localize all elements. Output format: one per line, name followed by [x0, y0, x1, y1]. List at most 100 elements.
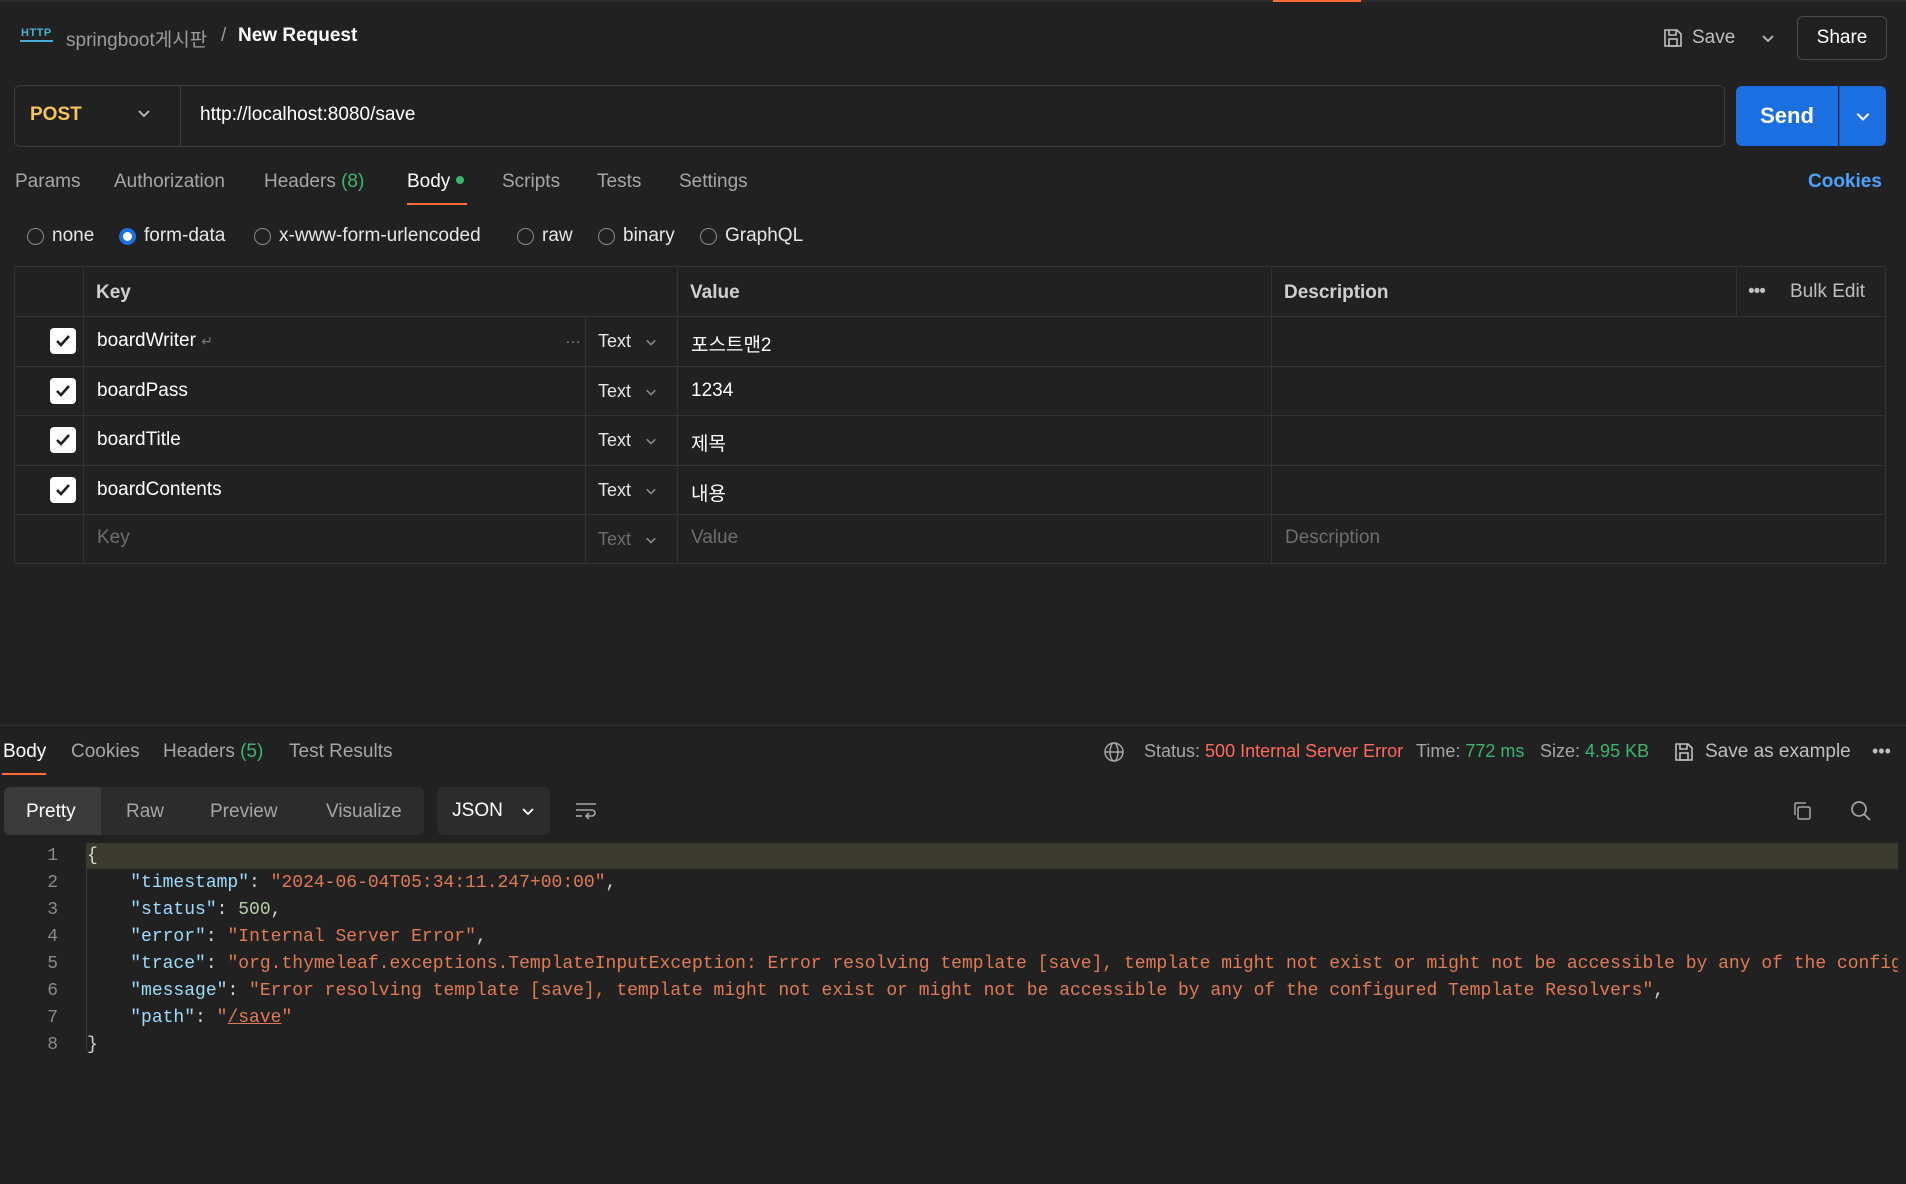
row-checkbox[interactable]: [50, 378, 76, 404]
more-options-icon[interactable]: •••: [1748, 281, 1766, 303]
tab-scripts[interactable]: Scripts: [502, 171, 560, 193]
view-pretty-button[interactable]: Pretty: [26, 801, 76, 823]
row-type-select[interactable]: Text: [598, 430, 657, 451]
path-link[interactable]: /save: [227, 1008, 281, 1028]
wrap-lines-icon[interactable]: [574, 800, 598, 827]
table-row-key[interactable]: boardWriter ↵: [97, 330, 213, 352]
row-more-icon[interactable]: …: [565, 330, 581, 348]
row-checkbox[interactable]: [50, 328, 76, 354]
response-more-icon[interactable]: •••: [1872, 741, 1891, 762]
new-type-select[interactable]: Text: [598, 529, 657, 550]
table-row-key[interactable]: boardTitle: [97, 429, 181, 451]
radio-urlencoded-label: x-www-form-urlencoded: [279, 225, 481, 246]
tab-body[interactable]: Body: [407, 171, 465, 193]
column-header-value: Value: [690, 282, 740, 303]
tab-params[interactable]: Params: [15, 171, 80, 193]
size-value[interactable]: 4.95 KB: [1585, 741, 1649, 761]
format-select[interactable]: JSON: [437, 787, 550, 835]
method-chevron-down-icon[interactable]: [137, 104, 151, 125]
chevron-down-icon: [646, 389, 656, 396]
response-body-code[interactable]: { "timestamp": "2024-06-04T05:34:11.247+…: [0, 840, 1898, 1070]
send-options-chevron-icon[interactable]: [1839, 86, 1886, 146]
radio-circle-icon: [598, 227, 615, 245]
globe-icon[interactable]: [1103, 741, 1125, 768]
radio-none[interactable]: none: [27, 225, 94, 247]
code-line-close-brace: }: [87, 1035, 98, 1055]
new-description-input[interactable]: Description: [1285, 527, 1380, 549]
tab-settings[interactable]: Settings: [679, 171, 748, 193]
view-preview-button[interactable]: Preview: [210, 801, 278, 823]
column-header-key: Key: [96, 282, 131, 303]
save-as-example-label: Save as example: [1705, 741, 1851, 762]
radio-raw-label: raw: [542, 225, 573, 246]
row-type-label: Text: [598, 331, 632, 351]
response-tab-headers[interactable]: Headers (5): [163, 741, 263, 763]
view-raw-button[interactable]: Raw: [126, 801, 164, 823]
breadcrumb-collection[interactable]: springboot게시판: [66, 25, 207, 52]
radio-circle-icon: [27, 227, 44, 245]
response-divider[interactable]: [0, 725, 1906, 726]
tab-tests[interactable]: Tests: [597, 171, 641, 193]
chevron-down-icon: [646, 339, 656, 346]
chevron-down-icon: [522, 808, 534, 816]
code-line-path: "path": "/save": [130, 1008, 293, 1028]
row-type-label: Text: [598, 430, 632, 450]
table-row-value[interactable]: 내용: [691, 479, 726, 506]
row-type-select[interactable]: Text: [598, 480, 657, 501]
save-label: Save: [1692, 27, 1736, 48]
tab-headers-count: (8): [341, 171, 365, 192]
status-value[interactable]: 500 Internal Server Error: [1205, 741, 1403, 761]
save-button[interactable]: Save: [1662, 22, 1735, 54]
code-line-message: "message": "Error resolving template [sa…: [130, 981, 1665, 1001]
method-select[interactable]: POST: [30, 104, 82, 126]
checkmark-icon: [56, 484, 70, 496]
save-as-example-button[interactable]: Save as example: [1673, 741, 1851, 763]
table-row-key[interactable]: boardContents: [97, 479, 222, 501]
table-row-value[interactable]: 1234: [691, 380, 733, 402]
share-button[interactable]: Share: [1797, 16, 1887, 60]
status-label: Status:: [1144, 741, 1201, 761]
radio-urlencoded[interactable]: x-www-form-urlencoded: [254, 225, 481, 247]
row-checkbox[interactable]: [50, 477, 76, 503]
request-name[interactable]: New Request: [238, 25, 357, 47]
radio-binary[interactable]: binary: [598, 225, 675, 247]
size-label: Size:: [1540, 741, 1581, 761]
search-icon[interactable]: [1849, 799, 1873, 828]
tab-headers-label: Headers: [264, 171, 336, 192]
new-key-input[interactable]: Key: [97, 527, 130, 549]
tab-authorization[interactable]: Authorization: [114, 171, 225, 193]
row-type-label: Text: [598, 381, 632, 401]
table-row-value[interactable]: 포스트맨2: [691, 330, 772, 357]
cookies-link[interactable]: Cookies: [1808, 171, 1882, 193]
view-visualize-button[interactable]: Visualize: [326, 801, 402, 823]
code-line-trace: "trace": "org.thymeleaf.exceptions.Templ…: [130, 954, 1898, 974]
row-type-select[interactable]: Text: [598, 331, 657, 352]
radio-circle-icon: [700, 227, 717, 245]
radio-raw[interactable]: raw: [517, 225, 573, 247]
time-value[interactable]: 772 ms: [1465, 741, 1524, 761]
response-tab-cookies[interactable]: Cookies: [71, 741, 140, 763]
radio-graphql[interactable]: GraphQL: [700, 225, 803, 247]
save-options-chevron-icon[interactable]: [1756, 22, 1780, 54]
row-checkbox[interactable]: [50, 427, 76, 453]
checkmark-icon: [56, 434, 70, 446]
url-divider: [180, 86, 181, 146]
row-type-select[interactable]: Text: [598, 381, 657, 402]
response-tab-test-results[interactable]: Test Results: [289, 741, 392, 763]
send-button[interactable]: Send: [1736, 86, 1838, 146]
radio-form-data[interactable]: form-data: [119, 225, 225, 247]
radio-none-label: none: [52, 225, 95, 246]
tab-body-label: Body: [407, 171, 451, 192]
table-row-value[interactable]: 제목: [691, 429, 726, 456]
copy-icon[interactable]: [1791, 800, 1813, 827]
checkmark-icon: [56, 385, 70, 397]
tab-headers[interactable]: Headers (8): [264, 171, 364, 193]
bulk-edit-button[interactable]: Bulk Edit: [1790, 281, 1865, 303]
format-label: JSON: [452, 800, 503, 821]
chevron-down-icon: [646, 438, 656, 445]
table-row-key[interactable]: boardPass: [97, 380, 188, 402]
url-input[interactable]: http://localhost:8080/save: [200, 104, 415, 126]
code-line-open-brace: {: [87, 846, 98, 866]
new-value-input[interactable]: Value: [691, 527, 738, 549]
response-tab-body[interactable]: Body: [3, 741, 46, 763]
